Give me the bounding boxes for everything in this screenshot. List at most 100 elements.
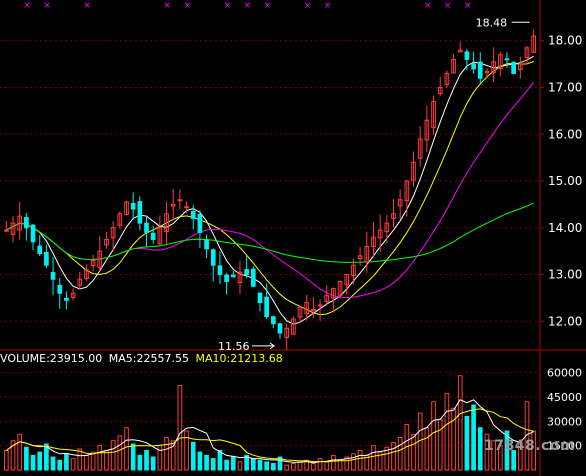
volume-bar: [204, 454, 209, 471]
volume-bar: [431, 401, 436, 471]
signal-marker: ×: [324, 1, 332, 11]
volume-bar: [17, 433, 23, 471]
volume-bar: [250, 458, 256, 471]
volume-bar: [124, 427, 129, 471]
candle-body: [204, 240, 209, 250]
candle-body: [24, 217, 29, 229]
signal-marker: ×: [264, 1, 272, 11]
price-tick-label: 12.00: [548, 314, 582, 328]
volume-bar: [291, 463, 296, 471]
volume-value: VOLUME:23915.00: [0, 352, 103, 365]
volume-bar: [317, 458, 323, 471]
volume-bar: [217, 450, 223, 471]
candle-body: [250, 268, 256, 287]
candle-body: [144, 222, 149, 233]
moving-average-lines: [6, 55, 535, 325]
top-signal-markers: × × × × × × × × × × × × ×: [23, 1, 471, 11]
price-ma10-line: [6, 61, 534, 316]
volume-bar: [130, 443, 136, 471]
candle-body: [184, 206, 189, 209]
candle-body: [477, 61, 483, 79]
volume-bar: [84, 454, 89, 471]
candle-body: [264, 296, 269, 318]
volume-bar: [371, 445, 376, 471]
volume-bar: [97, 445, 103, 471]
signal-marker: ×: [464, 1, 472, 11]
signal-marker: ×: [184, 1, 192, 11]
volume-bar: [397, 437, 403, 471]
candle-body: [504, 58, 510, 61]
volume-bar: [90, 451, 96, 471]
signal-marker: ×: [83, 1, 91, 11]
volume-bar: [237, 461, 243, 471]
candle-body: [317, 304, 323, 307]
volume-ma10-line: [6, 408, 534, 463]
signal-marker: ×: [43, 1, 51, 11]
volume-bar: [271, 463, 276, 471]
volume-bar: [137, 454, 143, 471]
signal-marker: ×: [444, 1, 452, 11]
candle-body: [190, 210, 196, 219]
volume-bar: [144, 450, 149, 471]
volume-bar: [210, 458, 216, 471]
volume-bar: [57, 459, 63, 471]
signal-marker: ×: [164, 1, 172, 11]
volume-bar: [150, 456, 156, 471]
grid-lines: [0, 40, 540, 447]
volume-bar: [444, 393, 450, 471]
volume-bar: [457, 375, 463, 471]
volume-bar: [190, 441, 196, 471]
candle-body: [210, 249, 216, 266]
volume-ma-lines: [6, 399, 534, 464]
volume-bar: [264, 461, 269, 471]
candle-body: [177, 199, 183, 202]
volume-bar: [464, 415, 470, 471]
volume-bar: [64, 453, 69, 471]
volume-bar: [117, 435, 123, 471]
volume-bar: [177, 385, 183, 471]
volume-bar: [324, 461, 330, 471]
candle-body: [37, 245, 43, 254]
signal-marker: ×: [304, 1, 312, 11]
volume-bar: [451, 407, 456, 471]
volume-bar: [391, 441, 396, 471]
volume-bar: [4, 450, 9, 471]
price-tick-label: 14.00: [548, 221, 582, 235]
candle-body: [217, 265, 223, 276]
volume-bar: [164, 437, 169, 471]
volume-bar: [37, 451, 43, 471]
candle-body: [271, 316, 276, 325]
volume-bar: [184, 430, 189, 471]
signal-marker: ×: [224, 1, 232, 11]
candlesticks: [4, 29, 536, 351]
volume-bar: [230, 456, 236, 471]
price-tick-label: 13.00: [548, 268, 582, 282]
volume-ma10: MA10:21213.68: [195, 352, 283, 365]
volume-bar: [77, 448, 83, 471]
volume-bar: [337, 459, 343, 471]
volume-bar: [197, 451, 203, 471]
candle-body: [230, 274, 236, 278]
price-ma20-line: [6, 82, 535, 299]
stock-chart: 18.00 17.00 16.00 15.00 14.00 13.00 12.00 60000…: [0, 0, 586, 476]
volume-bar: [297, 461, 303, 471]
watermark-text: 17848.com: [484, 438, 576, 454]
price-tick-label: 17.00: [548, 80, 582, 94]
candle-body: [57, 284, 63, 294]
volume-bar: [30, 454, 36, 471]
candle-body: [64, 297, 69, 301]
candle-body: [44, 252, 49, 266]
price-axis: 18.00 17.00 16.00 15.00 14.00 13.00 12.00 60000…: [0, 0, 586, 476]
candle-body: [4, 229, 9, 232]
volume-bar: [424, 427, 430, 471]
volume-bar: [311, 463, 316, 471]
signal-marker: ×: [23, 1, 31, 11]
volume-tick-label: 45000: [547, 391, 582, 404]
candle-body: [130, 202, 136, 210]
candle-body: [50, 272, 56, 280]
volume-tick-label: 30000: [547, 415, 582, 428]
volume-bar: [257, 459, 263, 471]
volume-bar: [411, 433, 416, 471]
candle-body: [137, 201, 143, 224]
candle-body: [244, 269, 249, 276]
